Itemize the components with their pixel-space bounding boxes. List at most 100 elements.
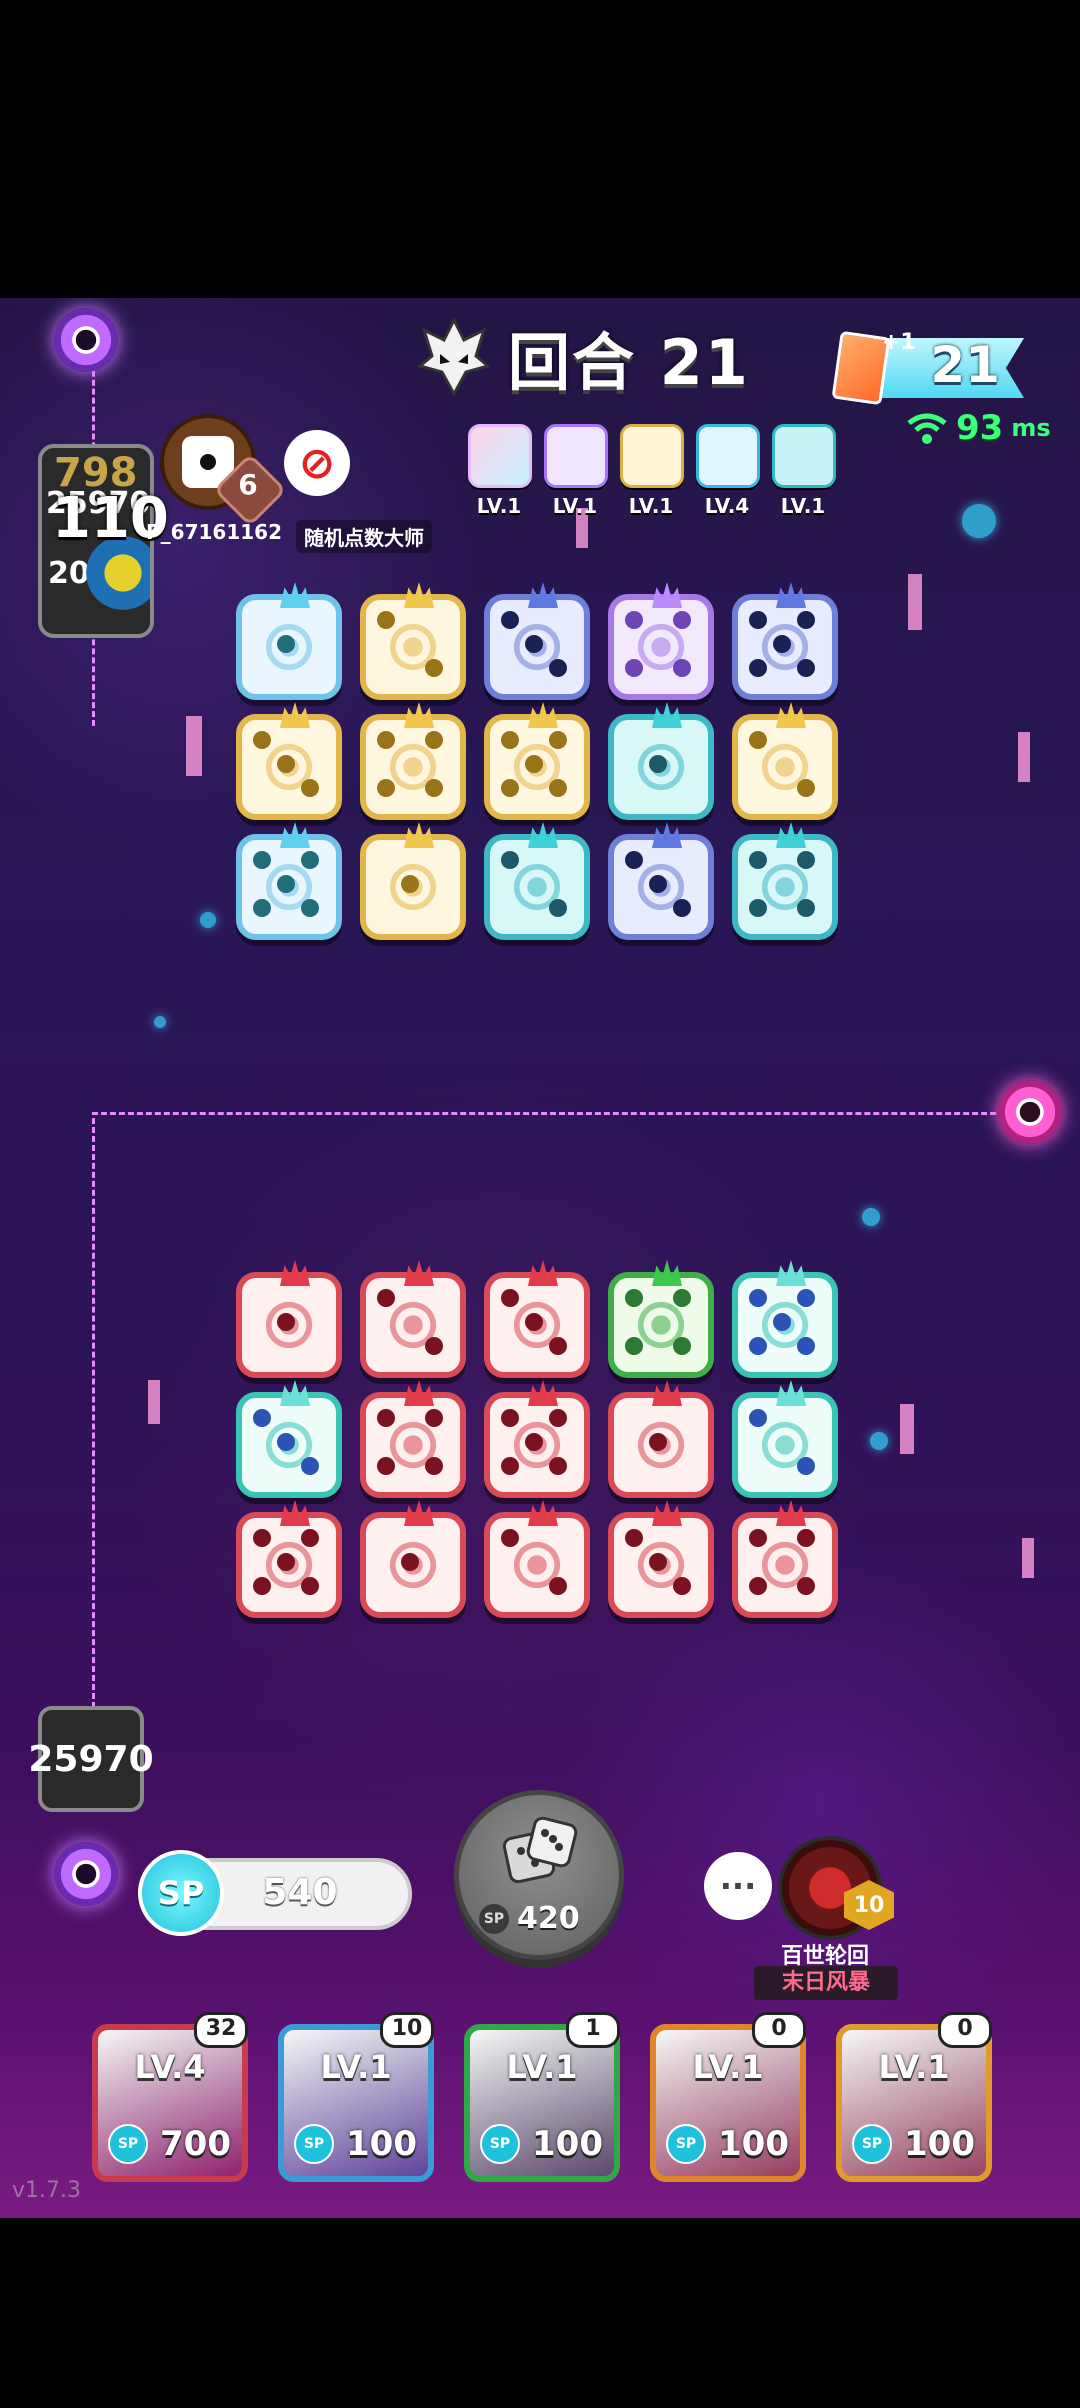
- sparkle-dot: [962, 504, 996, 538]
- opponent-deck-slot: LV.4: [696, 424, 760, 518]
- die-pip: [625, 1337, 643, 1355]
- deck-card[interactable]: LV.1 10 SP 100: [278, 2012, 434, 2182]
- player-die[interactable]: [360, 1260, 466, 1378]
- opponent-name-row: P_67161162 随机点数大师: [146, 520, 432, 553]
- die-pip: [549, 731, 567, 749]
- player-die[interactable]: [608, 1380, 714, 1498]
- die-pip: [673, 1337, 691, 1355]
- deck-card-cost: SP 100: [852, 2124, 975, 2164]
- ping-value: 93: [956, 408, 1004, 448]
- deck-card[interactable]: LV.1 0 SP 100: [650, 2012, 806, 2182]
- player-die[interactable]: [608, 1260, 714, 1378]
- die-pip: [797, 1457, 815, 1475]
- sp-small-icon: SP: [480, 2124, 520, 2164]
- portal-top-left-icon: [54, 308, 118, 372]
- die-pip: [549, 659, 567, 677]
- die-pip: [253, 1577, 271, 1595]
- roll-dice-button[interactable]: SP 420: [454, 1790, 624, 1960]
- opponent-deck-die: [696, 424, 760, 488]
- die-pip: [649, 1433, 667, 1451]
- die-crown-icon: [404, 822, 434, 848]
- die-pip: [401, 1553, 419, 1571]
- die-pip: [525, 1313, 543, 1331]
- die-pip: [749, 851, 767, 869]
- deck-card-cost-value: 100: [718, 2124, 789, 2164]
- ping-indicator: 93 ms: [906, 408, 1051, 448]
- die-pip: [301, 1457, 319, 1475]
- round-label: 回合 21: [508, 326, 750, 399]
- die-crown-icon: [652, 1500, 682, 1526]
- die-crown-icon: [528, 702, 558, 728]
- die-pip: [797, 1529, 815, 1547]
- die-pip: [673, 899, 691, 917]
- player-die[interactable]: [732, 1260, 838, 1378]
- die-pip: [501, 1289, 519, 1307]
- block-emote-button[interactable]: ⊘: [284, 430, 350, 496]
- sparkle-dot: [870, 1432, 888, 1450]
- opponent-die: [732, 582, 838, 700]
- card-bonus: +1: [882, 330, 916, 355]
- die-pip: [797, 1337, 815, 1355]
- die-pip: [253, 731, 271, 749]
- die-pip: [525, 635, 543, 653]
- die-pip: [501, 1457, 519, 1475]
- die-pip: [277, 1553, 295, 1571]
- die-pip: [549, 899, 567, 917]
- opponent-name: P_67161162: [146, 520, 282, 544]
- deck-card[interactable]: LV.1 1 SP 100: [464, 2012, 620, 2182]
- deck-card-level: LV.1: [506, 2048, 578, 2086]
- die-pip: [253, 1529, 271, 1547]
- player-die[interactable]: [732, 1500, 838, 1618]
- chat-button[interactable]: ···: [704, 1852, 772, 1920]
- player-die[interactable]: [484, 1500, 590, 1618]
- deck-card-cost: SP 100: [294, 2124, 417, 2164]
- die-pip: [625, 1529, 643, 1547]
- opponent-die: [484, 702, 590, 820]
- player-die[interactable]: [236, 1500, 342, 1618]
- die-pip: [301, 1577, 319, 1595]
- die-crown-icon: [404, 1380, 434, 1406]
- die-pip: [549, 1577, 567, 1595]
- player-die[interactable]: [360, 1380, 466, 1498]
- pixel-decor: [148, 1380, 160, 1424]
- sp-small-icon: SP: [479, 1903, 509, 1934]
- opponent-die: [732, 822, 838, 940]
- opponent-die: [360, 582, 466, 700]
- deck-card[interactable]: LV.4 32 SP 700: [92, 2012, 248, 2182]
- player-die[interactable]: [236, 1260, 342, 1378]
- player-die[interactable]: [732, 1380, 838, 1498]
- die-pip: [377, 779, 395, 797]
- die-pip: [749, 1409, 767, 1427]
- opponent-deck-level: LV.4: [704, 494, 750, 518]
- die-pip: [401, 875, 419, 893]
- deck-card-cost-value: 100: [904, 2124, 975, 2164]
- player-die[interactable]: [484, 1380, 590, 1498]
- player-die[interactable]: [236, 1380, 342, 1498]
- pixel-decor: [1018, 732, 1030, 782]
- pixel-decor: [900, 1404, 914, 1454]
- die-pip: [749, 611, 767, 629]
- deck-card[interactable]: LV.1 0 SP 100: [836, 2012, 992, 2182]
- player-die[interactable]: [484, 1260, 590, 1378]
- opponent-die: [236, 822, 342, 940]
- die-pip: [425, 779, 443, 797]
- die-pip: [425, 1337, 443, 1355]
- player-board: [236, 1260, 838, 1618]
- roll-cost: SP 420: [479, 1901, 580, 1936]
- die-pip: [797, 779, 815, 797]
- die-crown-icon: [776, 1380, 806, 1406]
- die-pip: [425, 731, 443, 749]
- die-pip: [773, 635, 791, 653]
- die-pip: [797, 659, 815, 677]
- player-die[interactable]: [608, 1500, 714, 1618]
- die-pip: [501, 779, 519, 797]
- die-crown-icon: [528, 822, 558, 848]
- player-hp-box: 25970: [28, 1706, 154, 1812]
- deck-card-count: 32: [194, 2012, 248, 2048]
- opponent-rank: 6: [238, 468, 258, 501]
- die-pip: [749, 1289, 767, 1307]
- opponent-die: [360, 702, 466, 820]
- die-pip: [625, 851, 643, 869]
- sp-icon: SP: [138, 1850, 224, 1936]
- player-die[interactable]: [360, 1500, 466, 1618]
